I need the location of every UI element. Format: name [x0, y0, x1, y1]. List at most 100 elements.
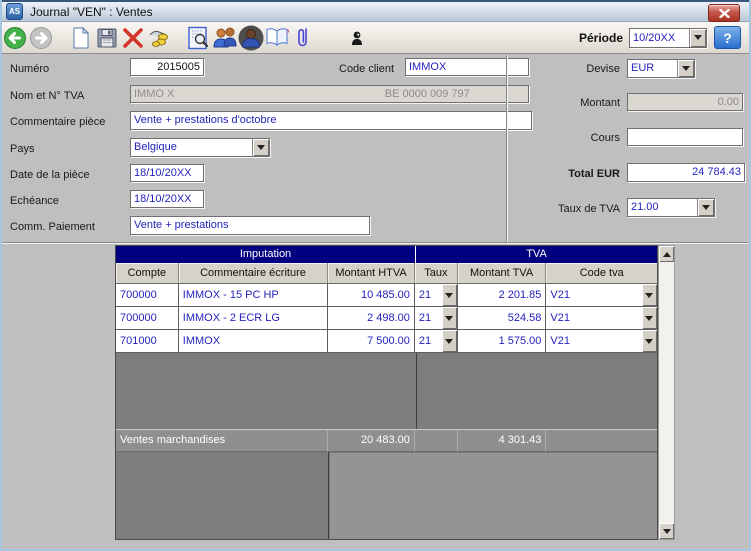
col-header-montant-htva[interactable]: Montant HTVA — [328, 263, 415, 283]
vat-number-value: BE 0000 009 797 — [330, 86, 526, 102]
search-document-icon — [187, 26, 211, 50]
contact-selected-button[interactable] — [238, 25, 264, 51]
save-button[interactable] — [94, 25, 120, 51]
scroll-down-icon[interactable] — [659, 523, 674, 539]
client-name-value: IMMO X — [134, 86, 330, 102]
group-header-tva: TVA — [416, 246, 657, 263]
payment-button[interactable] — [146, 25, 172, 51]
total-code-empty — [546, 430, 657, 452]
close-icon — [719, 9, 730, 18]
date-piece-field[interactable]: 18/10/20XX — [130, 164, 204, 182]
cell-montant-htva[interactable]: 7 500.00 — [328, 330, 415, 352]
taux-value: 21 — [415, 285, 442, 306]
pays-combobox[interactable]: Belgique — [130, 138, 270, 157]
new-document-button[interactable] — [68, 25, 94, 51]
table-row: 700000 IMMOX - 15 PC HP 10 485.00 21 2 2… — [116, 284, 657, 307]
cell-compte[interactable]: 700000 — [116, 284, 179, 306]
montant-field: 0.00 — [627, 93, 743, 111]
attachment-button[interactable] — [290, 25, 316, 51]
chevron-down-icon[interactable] — [697, 199, 714, 216]
code-tva-value: V21 — [546, 331, 642, 352]
total-eur-field: 24 784.43 — [627, 163, 745, 182]
cell-compte[interactable]: 701000 — [116, 330, 179, 352]
numero-label: Numéro — [10, 63, 49, 75]
back-icon — [3, 26, 27, 50]
forward-icon — [29, 26, 53, 50]
col-header-montant-tva[interactable]: Montant TVA — [458, 263, 547, 283]
nom-tva-label: Nom et N° TVA — [10, 90, 84, 102]
forward-button[interactable] — [28, 25, 54, 51]
cell-taux-dropdown[interactable]: 21 — [415, 284, 458, 306]
close-button[interactable] — [708, 4, 740, 22]
cell-code-tva-dropdown[interactable]: V21 — [546, 284, 657, 306]
cell-compte[interactable]: 700000 — [116, 307, 179, 329]
table-row: 700000 IMMOX - 2 ECR LG 2 498.00 21 524.… — [116, 307, 657, 330]
taux-value: 21 — [415, 308, 442, 329]
devise-value: EUR — [628, 60, 677, 77]
periode-combobox[interactable]: 10/20XX — [629, 28, 707, 48]
cours-field[interactable] — [627, 128, 743, 146]
cell-montant-tva[interactable]: 2 201.85 — [458, 284, 547, 306]
chevron-down-icon[interactable] — [642, 284, 657, 306]
col-header-taux[interactable]: Taux — [415, 263, 458, 283]
cell-montant-htva[interactable]: 10 485.00 — [328, 284, 415, 306]
table-row: 701000 IMMOX 7 500.00 21 1 575.00 V21 — [116, 330, 657, 353]
col-header-compte[interactable]: Compte — [116, 263, 179, 283]
pays-label: Pays — [10, 143, 34, 155]
chevron-down-icon[interactable] — [642, 330, 657, 352]
grid-bottom-strip — [116, 452, 657, 540]
numero-field[interactable]: 2015005 — [130, 58, 204, 76]
cell-commentaire[interactable]: IMMOX - 15 PC HP — [179, 284, 328, 306]
contact-small-button[interactable] — [344, 25, 370, 51]
cell-taux-dropdown[interactable]: 21 — [415, 307, 458, 329]
taux-tva-label: Taux de TVA — [506, 203, 620, 215]
grid-group-header: Imputation TVA — [116, 246, 657, 263]
cell-montant-tva[interactable]: 1 575.00 — [458, 330, 547, 352]
total-taux-empty — [415, 430, 458, 452]
devise-combobox[interactable]: EUR — [627, 59, 695, 78]
delete-button[interactable] — [120, 25, 146, 51]
echeance-field[interactable]: 18/10/20XX — [130, 190, 204, 208]
cell-commentaire[interactable]: IMMOX — [179, 330, 328, 352]
chevron-down-icon[interactable] — [689, 29, 706, 47]
contacts-group-button[interactable] — [212, 25, 238, 51]
back-button[interactable] — [2, 25, 28, 51]
chevron-down-icon[interactable] — [442, 307, 457, 329]
cell-montant-tva[interactable]: 524.58 — [458, 307, 547, 329]
cell-code-tva-dropdown[interactable]: V21 — [546, 307, 657, 329]
periode-label: Période — [579, 31, 623, 45]
journal-book-icon — [264, 27, 290, 49]
grid-column-headers: Compte Commentaire écriture Montant HTVA… — [116, 263, 657, 284]
col-header-code-tva[interactable]: Code tva — [546, 263, 657, 283]
contact-small-icon — [350, 30, 364, 46]
commentaire-piece-field[interactable]: Vente + prestations d'octobre — [130, 111, 532, 130]
window-title: Journal "VEN" : Ventes — [30, 5, 153, 19]
contact-selected-icon — [238, 25, 264, 51]
cell-commentaire[interactable]: IMMOX - 2 ECR LG — [179, 307, 328, 329]
chevron-down-icon[interactable] — [642, 307, 657, 329]
cell-montant-htva[interactable]: 2 498.00 — [328, 307, 415, 329]
col-header-commentaire[interactable]: Commentaire écriture — [179, 263, 328, 283]
grid-totals-row: Ventes marchandises 20 483.00 4 301.43 — [116, 429, 657, 452]
journal-book-button[interactable] — [264, 25, 290, 51]
chevron-down-icon[interactable] — [442, 330, 457, 352]
money-icon — [147, 27, 171, 49]
help-button[interactable]: ? — [714, 26, 741, 49]
search-document-button[interactable] — [186, 25, 212, 51]
code-tva-value: V21 — [546, 308, 642, 329]
grid-scrollbar[interactable] — [658, 245, 675, 540]
app-window: AS Journal "VEN" : Ventes — [0, 0, 751, 551]
comm-paiement-field[interactable]: Vente + prestations — [130, 216, 370, 235]
delete-icon — [121, 26, 145, 50]
chevron-down-icon[interactable] — [442, 284, 457, 306]
scroll-up-icon[interactable] — [659, 246, 674, 262]
montant-label: Montant — [506, 97, 620, 109]
chevron-down-icon[interactable] — [252, 139, 269, 156]
cell-taux-dropdown[interactable]: 21 — [415, 330, 458, 352]
new-document-icon — [70, 26, 92, 50]
taux-tva-combobox[interactable]: 21.00 — [627, 198, 715, 217]
group-header-imputation: Imputation — [116, 246, 416, 263]
chevron-down-icon[interactable] — [677, 60, 694, 77]
scrollbar-track[interactable] — [659, 262, 674, 523]
cell-code-tva-dropdown[interactable]: V21 — [546, 330, 657, 352]
